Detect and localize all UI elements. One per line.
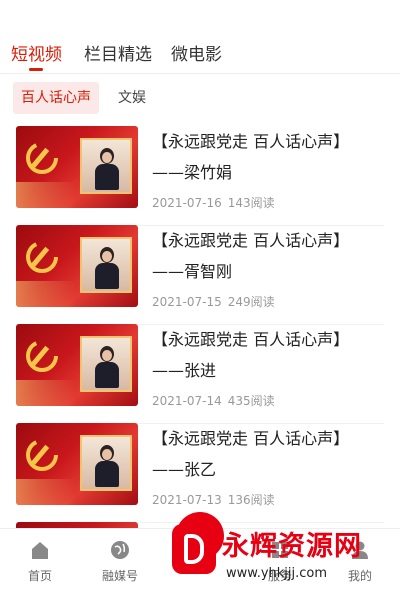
top-tab-bar: 短视频 栏目精选 微电影	[0, 0, 400, 74]
nav-home[interactable]: 首页	[10, 539, 70, 584]
video-thumbnail[interactable]	[16, 324, 138, 406]
thumb-speaker-figure	[95, 247, 119, 291]
video-meta: 2021-07-13 136阅读	[152, 491, 275, 508]
video-title-line-2[interactable]: ——张进	[152, 357, 216, 381]
tab-short-video[interactable]: 短视频	[11, 40, 62, 65]
party-emblem-icon	[26, 439, 58, 471]
video-card[interactable]: 【永远跟党走 百人话心声】 ——梁竹娟 2021-07-16 143阅读	[0, 126, 400, 226]
active-tab-indicator	[29, 68, 43, 71]
thumb-flag-decoration	[16, 182, 76, 208]
tab-column-selection[interactable]: 栏目精选	[84, 40, 152, 65]
nav-media[interactable]: 融媒号	[90, 539, 150, 584]
party-emblem-icon	[26, 340, 58, 372]
nav-home-label: 首页	[27, 569, 52, 583]
thumb-flag-decoration	[16, 380, 76, 406]
video-views: 143阅读	[227, 196, 275, 210]
video-title-line-2[interactable]: ——胥智刚	[152, 258, 232, 282]
thumb-flag-decoration	[16, 479, 76, 505]
nav-media-label: 融媒号	[101, 569, 138, 583]
video-thumbnail[interactable]	[16, 126, 138, 208]
sub-tab-bar: 百人话心声 文娱	[0, 82, 400, 116]
video-meta: 2021-07-16 143阅读	[152, 194, 275, 211]
site-watermark: 永辉资源网 www.yhkjjj.com	[168, 520, 392, 596]
video-title-line-1[interactable]: 【永远跟党走 百人话心声】	[152, 128, 349, 152]
party-emblem-icon	[26, 241, 58, 273]
subtab-entertainment[interactable]: 文娱	[118, 82, 146, 114]
video-card[interactable]: 【永远跟党走 百人话心声】 ——张进 2021-07-14 435阅读	[0, 324, 400, 424]
thumb-flag-decoration	[16, 281, 76, 307]
video-title-line-1[interactable]: 【永远跟党走 百人话心声】	[152, 326, 349, 350]
video-title-line-2[interactable]: ——张乙	[152, 456, 216, 480]
video-views: 249阅读	[227, 295, 275, 309]
video-title-line-1[interactable]: 【永远跟党走 百人话心声】	[152, 425, 349, 449]
video-thumbnail[interactable]	[16, 225, 138, 307]
party-emblem-icon	[26, 142, 58, 174]
video-date: 2021-07-16	[152, 196, 222, 210]
video-date: 2021-07-13	[152, 493, 222, 507]
globe-icon	[111, 541, 129, 559]
video-date: 2021-07-15	[152, 295, 222, 309]
video-meta: 2021-07-15 249阅读	[152, 293, 275, 310]
subtab-hundred-voices[interactable]: 百人话心声	[13, 82, 99, 114]
watermark-logo-icon	[172, 524, 216, 574]
video-date: 2021-07-14	[152, 394, 222, 408]
tab-micro-film[interactable]: 微电影	[171, 40, 222, 65]
video-card[interactable]: 【永远跟党走 百人话心声】 ——张乙 2021-07-13 136阅读	[0, 423, 400, 523]
thumb-speaker-figure	[95, 445, 119, 489]
video-title-line-2[interactable]: ——梁竹娟	[152, 159, 232, 183]
video-title-line-1[interactable]: 【永远跟党走 百人话心声】	[152, 227, 349, 251]
thumb-speaker-figure	[95, 148, 119, 192]
video-views: 435阅读	[227, 394, 275, 408]
video-meta: 2021-07-14 435阅读	[152, 392, 275, 409]
home-icon	[32, 542, 48, 559]
thumb-speaker-figure	[95, 346, 119, 390]
watermark-url: www.yhkjjj.com	[226, 566, 328, 581]
watermark-text: 永辉资源网	[222, 531, 362, 562]
video-card[interactable]: 【永远跟党走 百人话心声】 ——胥智刚 2021-07-15 249阅读	[0, 225, 400, 325]
video-thumbnail[interactable]	[16, 423, 138, 505]
video-views: 136阅读	[227, 493, 275, 507]
